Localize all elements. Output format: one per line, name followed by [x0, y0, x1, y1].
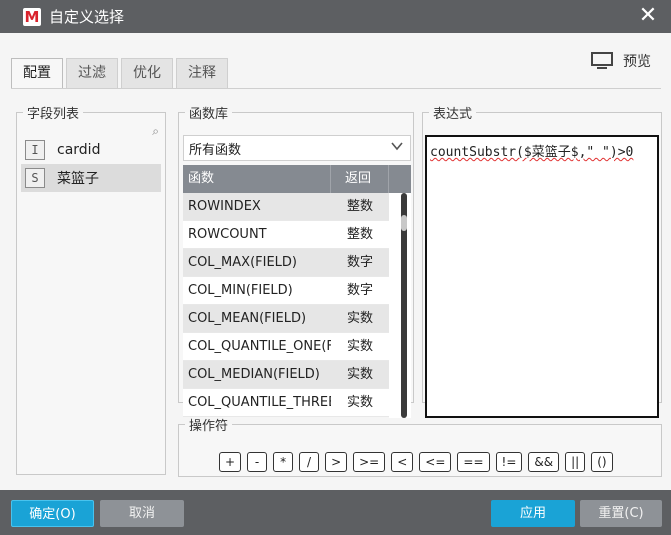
operators-panel: 操作符 + - * / > >= < <= == != && || () [178, 415, 662, 477]
chevron-down-icon [390, 139, 404, 157]
operator-lt-button[interactable]: < [391, 452, 414, 472]
table-row[interactable]: COL_QUANTILE_THREE(FIELD) 实数 [183, 389, 411, 417]
function-table-header: 函数 返回 [183, 165, 411, 193]
operator-and-button[interactable]: && [528, 452, 560, 472]
operator-lte-button[interactable]: <= [419, 452, 452, 472]
operator-buttons: + - * / > >= < <= == != && || () [219, 452, 613, 472]
field-item-basket[interactable]: S 菜篮子 [21, 164, 161, 192]
apply-button[interactable]: 应用 [491, 500, 575, 527]
operator-neq-button[interactable]: != [495, 452, 523, 472]
tab-filter[interactable]: 过滤 [66, 58, 118, 88]
tab-bar: 配置 过滤 优化 注释 [11, 58, 228, 88]
tab-divider [11, 88, 661, 89]
ok-button[interactable]: 确定(O) [11, 500, 94, 527]
tab-config[interactable]: 配置 [11, 58, 63, 88]
function-table: 函数 返回 ROWINDEX 整数 ROWCOUNT 整数 COL_MAX(FI… [183, 165, 411, 418]
monitor-icon [591, 52, 613, 70]
string-type-icon: S [25, 168, 45, 188]
window-title: 自定义选择 [49, 8, 125, 26]
operator-eq-button[interactable]: == [457, 452, 490, 472]
operator-parens-button[interactable]: () [591, 452, 613, 472]
field-list: I cardid S 菜篮子 [21, 136, 161, 192]
table-row[interactable]: ROWCOUNT 整数 [183, 221, 411, 249]
field-name: 菜篮子 [57, 171, 99, 187]
operator-plus-button[interactable]: + [219, 452, 242, 472]
dialog-footer: 确定(O) 取消 应用 重置(C) [0, 490, 671, 535]
operators-legend: 操作符 [189, 419, 229, 434]
preview-button[interactable]: 预览 [591, 51, 651, 71]
tab-optimize[interactable]: 优化 [121, 58, 173, 88]
field-item-cardid[interactable]: I cardid [21, 136, 161, 164]
expression-editor[interactable]: countSubstr($菜篮子$," ")>0 [425, 135, 659, 418]
app-logo-icon: M [23, 7, 41, 26]
cancel-button[interactable]: 取消 [100, 500, 184, 527]
function-category-select[interactable]: 所有函数 [183, 135, 411, 161]
operator-gte-button[interactable]: >= [353, 452, 386, 472]
field-name: cardid [57, 142, 101, 158]
field-list-legend: 字段列表 [27, 107, 80, 122]
column-header-function: 函数 [183, 165, 331, 193]
expression-text: countSubstr($菜篮子$," ")>0 [430, 145, 634, 160]
reset-button[interactable]: 重置(C) [580, 500, 662, 527]
field-list-panel: 字段列表 ⌕ I cardid S 菜篮子 [16, 103, 166, 475]
operator-gt-button[interactable]: > [325, 452, 348, 472]
table-row[interactable]: ROWINDEX 整数 [183, 193, 411, 221]
expression-legend: 表达式 [433, 107, 473, 122]
table-row[interactable]: COL_MEAN(FIELD) 实数 [183, 305, 411, 333]
operator-or-button[interactable]: || [565, 452, 586, 472]
function-table-body: ROWINDEX 整数 ROWCOUNT 整数 COL_MAX(FIELD) 数… [183, 193, 411, 418]
dialog-body: 预览 配置 过滤 优化 注释 字段列表 ⌕ I cardid S 菜篮子 函数库… [0, 33, 671, 490]
expression-panel: 表达式 countSubstr($菜篮子$," ")>0 [422, 103, 662, 418]
operator-divide-button[interactable]: / [299, 452, 320, 472]
function-library-panel: 函数库 所有函数 函数 返回 ROWINDEX 整数 ROWCOUNT 整数 C… [178, 103, 414, 418]
table-row[interactable]: COL_MIN(FIELD) 数字 [183, 277, 411, 305]
function-library-legend: 函数库 [189, 107, 229, 122]
close-icon[interactable]: ✕ [637, 5, 659, 27]
table-row[interactable]: COL_QUANTILE_ONE(FIELD) 实数 [183, 333, 411, 361]
scrollbar[interactable] [401, 193, 407, 418]
table-row[interactable]: COL_MEDIAN(FIELD) 实数 [183, 361, 411, 389]
scrollbar-thumb[interactable] [401, 215, 407, 231]
integer-type-icon: I [25, 140, 45, 160]
table-row[interactable]: COL_MAX(FIELD) 数字 [183, 249, 411, 277]
tab-comment[interactable]: 注释 [176, 58, 228, 88]
function-category-value: 所有函数 [189, 142, 242, 158]
operator-multiply-button[interactable]: * [273, 452, 294, 472]
title-bar: M 自定义选择 ✕ [0, 0, 671, 33]
preview-label: 预览 [623, 54, 651, 70]
column-header-return: 返回 [331, 165, 389, 193]
operator-minus-button[interactable]: - [247, 452, 268, 472]
